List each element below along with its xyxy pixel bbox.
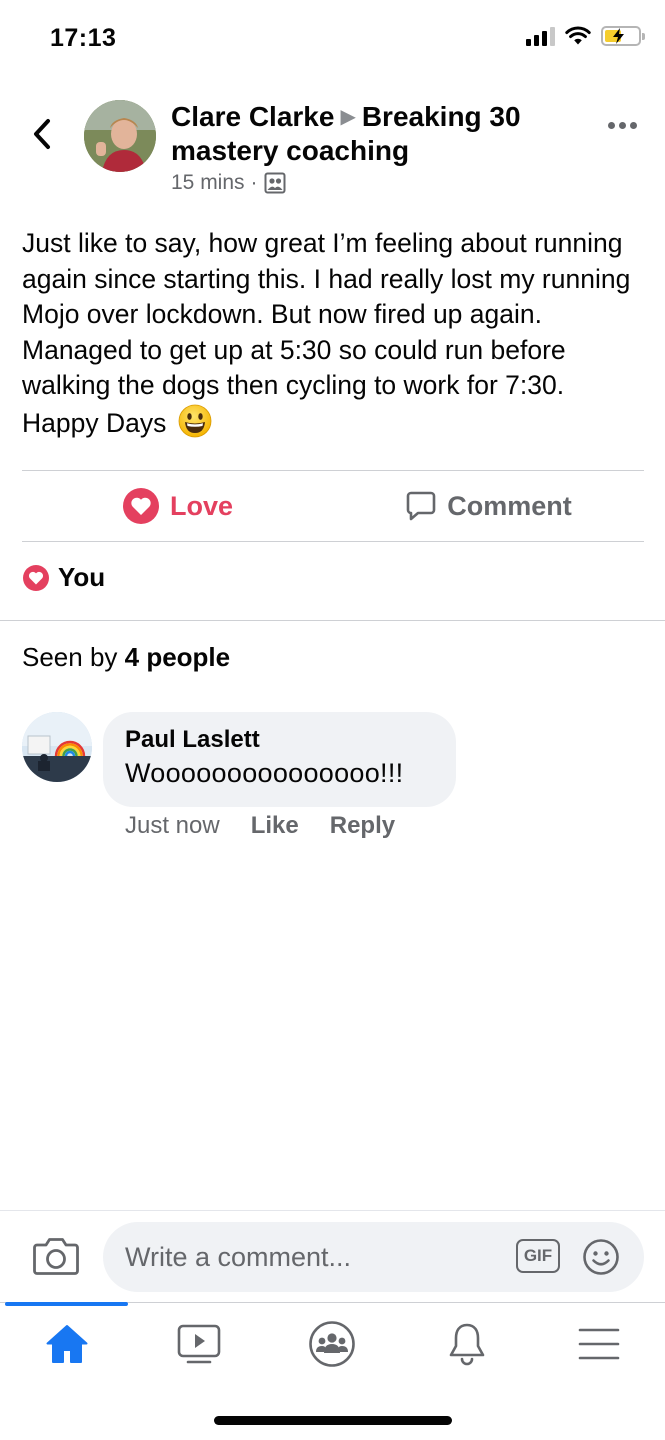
emoji-picker-button[interactable]: [582, 1238, 620, 1281]
status-icons: [526, 26, 645, 46]
tab-menu[interactable]: [572, 1319, 626, 1369]
arrow-right-icon: ▶: [340, 106, 356, 128]
love-reaction-icon: [122, 488, 159, 524]
reactions-summary[interactable]: You: [22, 562, 105, 593]
gif-button[interactable]: GIF: [516, 1239, 560, 1273]
reactions-label: You: [58, 562, 106, 592]
tab-home[interactable]: [40, 1319, 94, 1369]
cellular-signal-icon: [526, 26, 555, 46]
watch-icon: [177, 1324, 221, 1364]
author-name[interactable]: Clare Clarke: [171, 101, 334, 132]
post-action-bar: Love Comment: [22, 471, 644, 541]
menu-icon: [578, 1328, 620, 1360]
home-indicator: [214, 1416, 452, 1425]
camera-icon: [33, 1238, 79, 1275]
meta-separator: ·: [250, 171, 258, 194]
comment-actions: Just now Like Reply: [125, 812, 395, 840]
comment-button-label: Comment: [447, 490, 572, 521]
notifications-icon: [449, 1323, 485, 1366]
comment-input[interactable]: [103, 1222, 644, 1292]
post-author-line: Clare Clarke ▶ Breaking 30 mastery coachin…: [171, 100, 571, 168]
bottom-tab-bar: [0, 1302, 665, 1382]
wifi-icon: [565, 26, 591, 45]
divider: [0, 620, 665, 621]
love-button-label: Love: [169, 490, 234, 521]
comment-button[interactable]: Comment: [333, 471, 644, 541]
seen-by[interactable]: Seen by 4 people: [22, 642, 230, 673]
comment-composer: GIF: [0, 1210, 665, 1302]
chevron-left-icon: [34, 119, 50, 149]
love-button[interactable]: Love: [22, 471, 333, 541]
comment-author[interactable]: Paul Laslett: [125, 725, 434, 755]
battery-icon: [601, 26, 645, 46]
comment-time: Just now: [125, 812, 220, 839]
status-time: 17:13: [50, 24, 117, 52]
comment-bubble[interactable]: Paul Laslett Wooooooooooooooo!!!: [103, 712, 456, 807]
post-text: Just like to say, how great I’m feeling …: [22, 228, 631, 438]
tab-groups[interactable]: [305, 1319, 359, 1369]
seen-by-count: 4 people: [124, 642, 231, 672]
post-body: Just like to say, how great I’m feeling …: [22, 226, 647, 447]
love-reaction-icon: [23, 564, 49, 591]
smiley-emoji: [178, 404, 212, 448]
seen-by-prefix: Seen by: [22, 642, 118, 672]
status-bar: 17:13: [0, 0, 665, 80]
commenter-avatar[interactable]: [22, 712, 92, 782]
comment-text: Wooooooooooooooo!!!: [125, 758, 404, 788]
tab-watch[interactable]: [172, 1319, 226, 1369]
divider: [22, 541, 644, 542]
tab-notifications[interactable]: [440, 1319, 494, 1369]
post-header: Clare Clarke ▶ Breaking 30 mastery coachin…: [0, 96, 665, 206]
comment-like-button[interactable]: Like: [251, 812, 299, 840]
groups-icon: [309, 1321, 355, 1367]
author-avatar[interactable]: [84, 100, 156, 172]
post-meta: 15 mins ·: [171, 171, 286, 195]
comment-icon: [406, 491, 436, 521]
active-tab-indicator: [5, 1302, 128, 1306]
smile-icon: [583, 1239, 619, 1275]
group-audience-icon: [264, 172, 286, 194]
post-timestamp[interactable]: 15 mins: [171, 171, 245, 195]
home-icon: [46, 1325, 88, 1363]
camera-button[interactable]: [33, 1236, 79, 1281]
more-options-button[interactable]: [608, 122, 637, 129]
comment-reply-button[interactable]: Reply: [330, 812, 395, 840]
back-button[interactable]: [24, 112, 60, 156]
